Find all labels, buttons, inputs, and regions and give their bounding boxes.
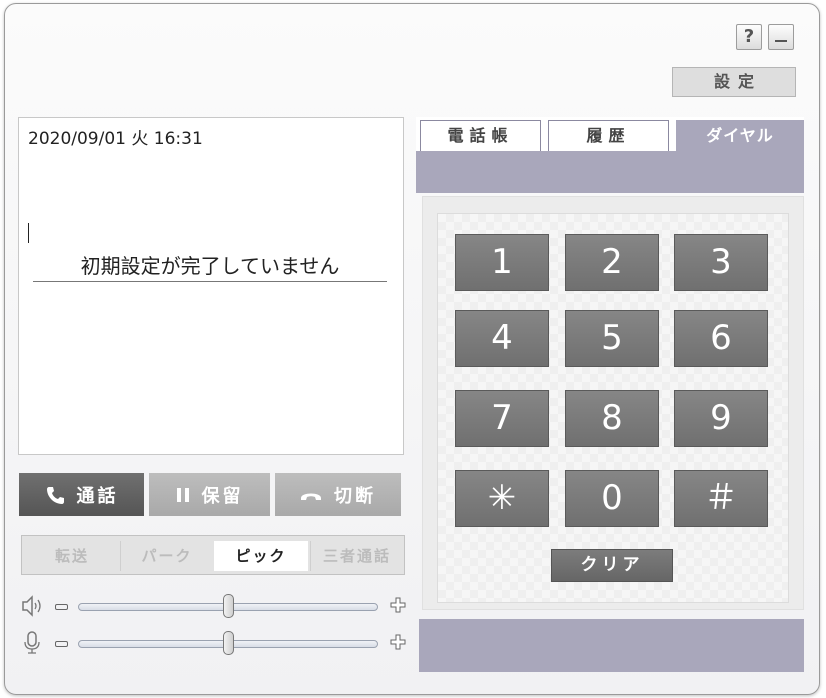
tab-bar: 電話帳 履歴 ダイヤル [416, 117, 804, 193]
key-3[interactable]: 3 [674, 234, 768, 291]
tab-dial[interactable]: ダイヤル [676, 120, 804, 151]
hangup-button-label: 切断 [334, 485, 376, 507]
pause-icon [176, 487, 189, 502]
speaker-volume-row [20, 594, 410, 618]
key-7[interactable]: 7 [455, 390, 549, 447]
hold-button-label: 保留 [201, 485, 244, 507]
phone-icon [46, 486, 64, 504]
key-8[interactable]: 8 [565, 390, 659, 447]
mic-plus-icon[interactable] [390, 634, 406, 650]
tab-history[interactable]: 履歴 [548, 120, 669, 151]
key-1[interactable]: 1 [455, 234, 549, 291]
settings-button[interactable]: 設定 [672, 67, 796, 97]
speaker-plus-icon[interactable] [390, 597, 406, 613]
hangup-icon [301, 493, 321, 500]
minimize-icon [775, 40, 787, 42]
mic-volume-handle[interactable] [223, 631, 234, 655]
status-message: 初期設定が完了していません [33, 250, 387, 282]
keypad: 1 2 3 4 5 6 7 8 9 ✳ 0 ＃ クリア [437, 213, 789, 603]
hold-button[interactable]: 保留 [149, 473, 270, 516]
clear-button[interactable]: クリア [551, 549, 673, 582]
talk-button-label: 通話 [76, 485, 119, 507]
mode-three-way[interactable]: 三者通話 [310, 541, 403, 571]
key-hash[interactable]: ＃ [674, 470, 768, 527]
dial-bottom-bar [419, 619, 804, 672]
tab-phonebook[interactable]: 電話帳 [420, 120, 541, 151]
key-5[interactable]: 5 [565, 310, 659, 367]
hangup-button[interactable]: 切断 [275, 473, 401, 516]
key-0[interactable]: 0 [565, 470, 659, 527]
mode-pick[interactable]: ピック [214, 541, 308, 571]
speaker-minus-icon[interactable] [55, 604, 68, 610]
key-4[interactable]: 4 [455, 310, 549, 367]
key-6[interactable]: 6 [674, 310, 768, 367]
keypad-panel: 1 2 3 4 5 6 7 8 9 ✳ 0 ＃ クリア [422, 196, 804, 610]
minimize-button[interactable] [768, 24, 794, 50]
key-9[interactable]: 9 [674, 390, 768, 447]
microphone-icon [24, 631, 40, 654]
mic-volume-row [20, 631, 410, 655]
key-star[interactable]: ✳ [455, 470, 549, 527]
mode-transfer[interactable]: 転送 [26, 541, 118, 571]
call-display: 2020/09/01 火 16:31 初期設定が完了していません [18, 117, 404, 455]
call-mode-selector: 転送 パーク ピック 三者通話 [21, 535, 405, 575]
talk-button[interactable]: 通話 [19, 473, 144, 516]
mode-park[interactable]: パーク [120, 541, 213, 571]
help-button[interactable]: ? [736, 24, 762, 50]
datetime-label: 2020/09/01 火 16:31 [28, 129, 203, 149]
speaker-icon [22, 595, 41, 617]
speaker-volume-handle[interactable] [223, 594, 234, 618]
key-2[interactable]: 2 [565, 234, 659, 291]
mic-minus-icon[interactable] [55, 641, 68, 647]
text-caret [28, 223, 29, 243]
